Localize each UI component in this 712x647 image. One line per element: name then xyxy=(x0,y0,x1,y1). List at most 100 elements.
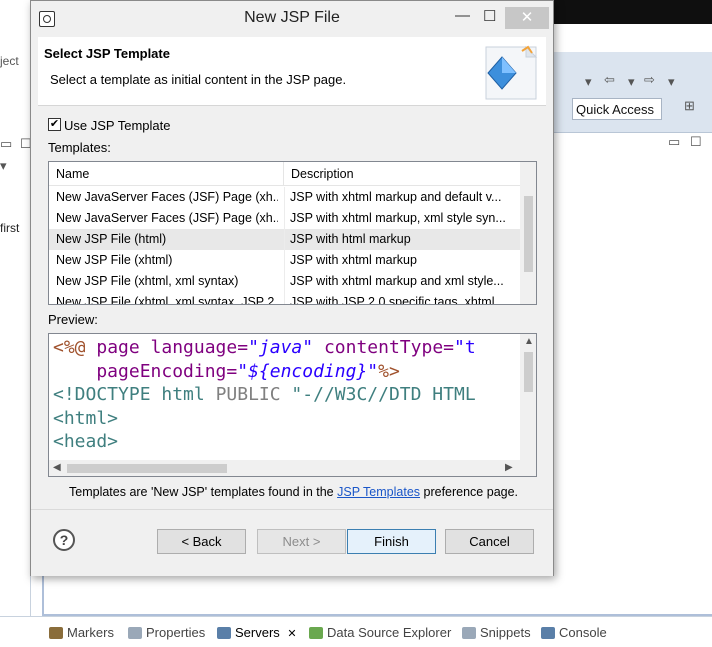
code-token: PUBLIC xyxy=(215,384,281,405)
chevron-down-icon[interactable]: ▾ xyxy=(585,74,592,90)
template-name: New JSP File (xhtml, xml syntax) xyxy=(56,274,239,288)
properties-icon xyxy=(128,627,142,639)
cancel-button[interactable]: Cancel xyxy=(445,529,534,554)
template-description: JSP with JSP 2.0 specific tags, xhtml... xyxy=(290,295,505,305)
quick-access-field[interactable]: Quick Access xyxy=(572,98,662,120)
footer-text: Templates are 'New JSP' templates found … xyxy=(69,485,338,499)
scroll-right-icon[interactable]: ▶ xyxy=(505,462,513,473)
templates-label: Templates: xyxy=(48,140,111,155)
column-separator xyxy=(284,187,285,208)
scrollbar-thumb[interactable] xyxy=(524,196,533,272)
table-row[interactable]: New JavaServer Faces (JSF) Page (xh... J… xyxy=(49,208,521,229)
template-preview[interactable]: <%@ page language="java" contentType="t … xyxy=(48,333,537,477)
template-description: JSP with xhtml markup and default v... xyxy=(290,190,502,204)
table-row[interactable]: New JSP File (xhtml) JSP with xhtml mark… xyxy=(49,250,521,271)
template-description: JSP with xhtml markup xyxy=(290,253,417,267)
templates-footer-note: Templates are 'New JSP' templates found … xyxy=(69,485,518,499)
code-token: contentType= xyxy=(313,337,454,358)
new-jsp-file-dialog: New JSP File — ☐ ✕ Select JSP Template S… xyxy=(30,0,554,576)
tab-label: Servers xyxy=(235,625,280,640)
chevron-down-icon[interactable]: ▾ xyxy=(628,74,635,90)
jsp-wizard-icon xyxy=(485,45,538,100)
table-row[interactable]: New JSP File (xhtml, xml syntax, JSP 2..… xyxy=(49,292,521,305)
help-icon[interactable]: ? xyxy=(53,529,75,551)
code-token: "-//W3C//DTD HTML xyxy=(280,384,476,405)
dialog-title: New JSP File xyxy=(244,9,340,26)
code-token: "java" xyxy=(248,337,314,358)
template-name: New JSP File (xhtml) xyxy=(56,253,173,267)
tab-label: Console xyxy=(559,625,607,640)
minimize-view-icon[interactable]: ▭ xyxy=(0,136,12,152)
tab-snippets[interactable]: Snippets xyxy=(462,625,531,640)
use-template-label[interactable]: Use JSP Template xyxy=(64,118,170,133)
close-button[interactable]: ✕ xyxy=(505,7,549,29)
template-description: JSP with xhtml markup, xml style syn... xyxy=(290,211,506,225)
preview-vertical-scrollbar[interactable]: ▲ xyxy=(520,334,536,460)
scroll-up-icon[interactable]: ▲ xyxy=(524,336,534,347)
page-description: Select a template as initial content in … xyxy=(50,72,347,87)
column-header-name[interactable]: Name xyxy=(49,162,284,186)
servers-icon xyxy=(217,627,231,639)
template-name: New JSP File (html) xyxy=(56,232,167,246)
page-title: Select JSP Template xyxy=(44,46,170,61)
chevron-down-icon[interactable]: ▾ xyxy=(668,74,675,90)
dialog-titlebar[interactable]: New JSP File — ☐ ✕ xyxy=(31,1,553,37)
perspective-icon[interactable]: ⊞ xyxy=(684,98,695,114)
scroll-left-icon[interactable]: ◀ xyxy=(53,462,61,473)
column-separator xyxy=(284,229,285,250)
tab-servers[interactable]: Servers ✕ xyxy=(217,625,297,640)
tab-properties[interactable]: Properties xyxy=(128,625,205,640)
tab-label: Properties xyxy=(146,625,206,640)
minimize-view-icon[interactable]: ▭ xyxy=(668,134,680,150)
code-token: "t xyxy=(454,337,476,358)
code-token: "${encoding}" xyxy=(237,360,379,382)
column-separator xyxy=(284,208,285,229)
code-token: <!DOCTYPE html xyxy=(53,384,216,405)
tab-label: Snippets xyxy=(480,625,531,640)
template-name: New JavaServer Faces (JSF) Page (xh... xyxy=(56,211,278,225)
next-button[interactable]: Next > xyxy=(257,529,346,554)
preview-label: Preview: xyxy=(48,312,98,327)
back-arrow-icon[interactable]: ⇦ xyxy=(604,72,615,88)
ide-dark-strip xyxy=(540,0,712,24)
table-row[interactable]: New JSP File (xhtml, xml syntax) JSP wit… xyxy=(49,271,521,292)
templates-table[interactable]: Name Description New JavaServer Faces (J… xyxy=(48,161,537,305)
tab-console[interactable]: Console xyxy=(541,625,607,640)
code-token: page language= xyxy=(85,337,249,358)
finish-button[interactable]: Finish xyxy=(347,529,436,554)
scrollbar-thumb[interactable] xyxy=(67,464,227,473)
table-row[interactable]: New JavaServer Faces (JSF) Page (xh... J… xyxy=(49,187,521,208)
code-token: <head> xyxy=(53,431,119,452)
code-token: <%@ xyxy=(53,337,86,358)
left-panel-text: ject xyxy=(0,54,19,68)
minimize-button[interactable]: — xyxy=(455,7,470,24)
column-separator xyxy=(284,250,285,271)
close-icon[interactable]: ✕ xyxy=(287,628,296,640)
footer-text: preference page. xyxy=(420,485,519,499)
column-separator xyxy=(284,292,285,304)
snippets-icon xyxy=(462,627,476,639)
tab-markers[interactable]: Markers xyxy=(49,625,114,640)
table-vertical-scrollbar[interactable] xyxy=(520,162,536,304)
code-token: pageEncoding= xyxy=(53,360,238,382)
chevron-down-icon[interactable]: ▾ xyxy=(0,158,7,174)
column-header-description[interactable]: Description xyxy=(284,162,521,186)
table-row-selected[interactable]: New JSP File (html) JSP with html markup xyxy=(49,229,521,250)
left-panel-text: first xyxy=(0,221,20,235)
template-description: JSP with xhtml markup and xml style... xyxy=(290,274,504,288)
tab-data-source-explorer[interactable]: Data Source Explorer xyxy=(309,625,451,640)
dialog-button-bar: ? < Back Next > Finish Cancel xyxy=(31,509,553,576)
template-name: New JSP File (xhtml, xml syntax, JSP 2..… xyxy=(56,295,278,305)
scrollbar-thumb[interactable] xyxy=(524,352,533,392)
forward-arrow-icon[interactable]: ⇨ xyxy=(644,72,655,88)
back-button[interactable]: < Back xyxy=(157,529,246,554)
code-token: <html> xyxy=(53,407,119,429)
template-name: New JavaServer Faces (JSF) Page (xh... xyxy=(56,190,278,204)
maximize-view-icon[interactable]: ☐ xyxy=(690,134,702,150)
bottom-panel-tabs: Markers Properties Servers ✕ Data Source… xyxy=(0,616,712,647)
tab-label: Data Source Explorer xyxy=(327,625,452,640)
use-template-checkbox[interactable]: ✔ xyxy=(48,118,61,131)
maximize-button[interactable]: ☐ xyxy=(483,7,496,25)
preview-horizontal-scrollbar[interactable]: ◀ ▶ xyxy=(49,460,536,476)
jsp-templates-link[interactable]: JSP Templates xyxy=(337,485,420,499)
